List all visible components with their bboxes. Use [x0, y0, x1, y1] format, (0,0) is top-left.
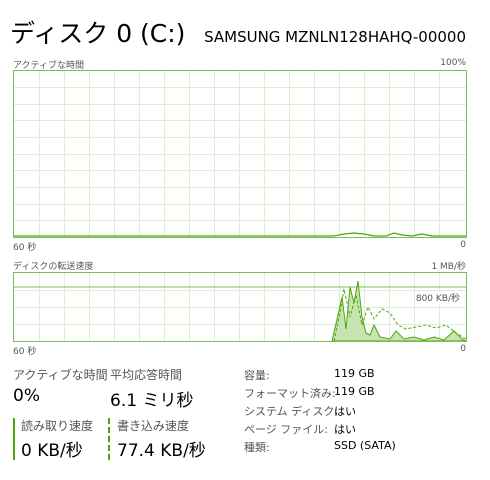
active-time-graph-canvas: [14, 71, 466, 237]
write-speed-stat-value: 77.4 KB/秒: [117, 441, 206, 461]
read-speed-stat-label: 読み取り速度: [21, 419, 94, 433]
formatted-label: フォーマット済み:: [244, 387, 336, 400]
system-disk-label: システム ディスク:: [244, 405, 339, 418]
formatted-value: 119 GB: [334, 385, 375, 398]
write-speed-stat-label: 書き込み速度: [117, 419, 190, 433]
transfer-graph-canvas: [14, 273, 466, 341]
transfer-reference-label: 800 KB/秒: [415, 291, 460, 304]
transfer-graph-label: ディスクの転送速度: [13, 262, 94, 272]
transfer-graph-time: 60 秒: [13, 347, 37, 357]
transfer-graph-max: 1 MB/秒: [431, 262, 466, 272]
active-time-graph-max: 100%: [440, 58, 466, 68]
capacity-value: 119 GB: [334, 367, 375, 380]
active-time-graph-time: 60 秒: [13, 243, 37, 253]
system-disk-value: はい: [334, 405, 356, 418]
active-time-stat-value: 0%: [13, 386, 40, 406]
capacity-label: 容量:: [244, 369, 270, 382]
disk-model: SAMSUNG MZNLN128HAHQ-00000: [204, 28, 466, 46]
active-time-graph-min: 0: [460, 240, 466, 250]
page-file-value: はい: [334, 423, 356, 436]
active-time-graph: [13, 70, 467, 238]
type-value: SSD (SATA): [334, 439, 396, 452]
active-time-stat-label: アクティブな時間: [13, 368, 108, 382]
avg-response-stat-value: 6.1 ミリ秒: [110, 391, 194, 411]
transfer-graph-min: 0: [460, 344, 466, 354]
page-file-label: ページ ファイル:: [244, 423, 328, 436]
write-speed-indicator: [108, 418, 110, 460]
read-speed-stat-value: 0 KB/秒: [21, 441, 83, 461]
read-speed-indicator: [13, 418, 15, 460]
transfer-graph: 800 KB/秒: [13, 272, 467, 342]
type-label: 種類:: [244, 441, 270, 454]
disk-title: ディスク 0 (C:): [10, 19, 186, 48]
avg-response-stat-label: 平均応答時間: [110, 368, 183, 382]
